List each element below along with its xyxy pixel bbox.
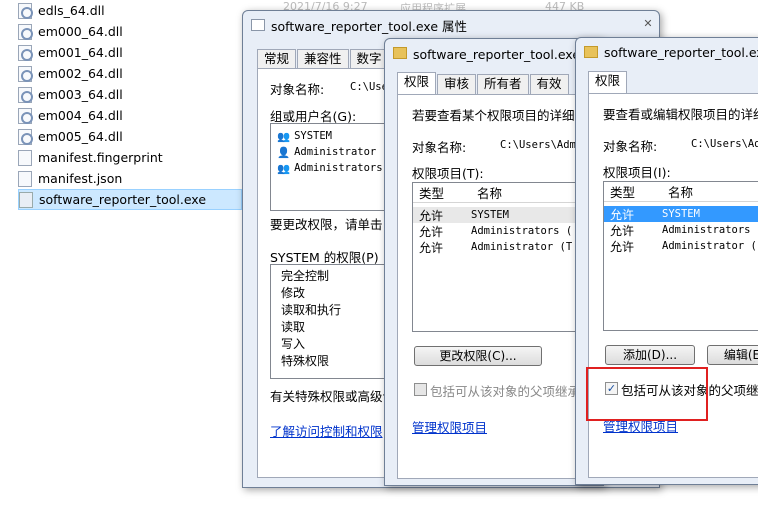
learn-access-control-link[interactable]: 了解访问控制和权限: [270, 421, 383, 440]
file-item[interactable]: manifest.json: [18, 168, 248, 189]
file-item[interactable]: em003_64.dll: [18, 84, 248, 105]
change-hint: 要更改权限，请单击 ': [270, 217, 390, 232]
file-item[interactable]: edls_64.dll: [18, 0, 248, 21]
file-item[interactable]: manifest.fingerprint: [18, 147, 248, 168]
permission-item: 写入: [281, 337, 306, 351]
object-name-value: C:\Users\Ad: [691, 138, 758, 150]
entries-label: 权限项目(I):: [603, 165, 671, 180]
tab-digital[interactable]: 数字: [349, 49, 389, 69]
file-item[interactable]: em002_64.dll: [18, 63, 248, 84]
file-icon: [18, 149, 32, 166]
advanced-security-titlebar[interactable]: software_reporter_tool.exe 的: [385, 39, 603, 67]
advanced-intro: 若要查看某个权限项目的详细信: [412, 108, 588, 123]
tab-permissions[interactable]: 权限: [588, 71, 628, 93]
editor-tabs: 权限: [588, 71, 628, 93]
object-name-label: 对象名称:: [412, 140, 467, 155]
object-name-label: 对象名称:: [270, 82, 325, 97]
inherit-label: 包括可从该对象的父项继承: [430, 384, 581, 399]
inherit-checkbox[interactable]: [414, 383, 427, 396]
file-name: em002_64.dll: [38, 66, 123, 81]
tab-permissions[interactable]: 权限: [397, 72, 437, 94]
entry-row-selected[interactable]: 允许 SYSTEM: [604, 206, 758, 222]
user-item[interactable]: 👥 Administrators: [271, 160, 399, 176]
close-icon[interactable]: ✕: [639, 17, 657, 31]
file-name: em001_64.dll: [38, 45, 123, 60]
object-name-value: C:\Users\Admi: [500, 139, 583, 151]
change-permissions-button[interactable]: 更改权限(C)...: [414, 346, 542, 366]
folder-icon: [393, 47, 407, 59]
file-name: em000_64.dll: [38, 24, 123, 39]
file-name: software_reporter_tool.exe: [39, 192, 207, 207]
advanced-tabs: 权限 审核 所有者 有效: [397, 72, 570, 94]
properties-tabs: 常规 兼容性 数字: [257, 47, 390, 69]
file-name: em004_64.dll: [38, 108, 123, 123]
manage-entries-link[interactable]: 管理权限项目: [412, 417, 487, 436]
file-name: manifest.json: [38, 171, 123, 186]
user-item[interactable]: 👥 SYSTEM: [271, 128, 399, 144]
tab-owner[interactable]: 所有者: [477, 74, 529, 94]
folder-icon: [584, 46, 598, 58]
list-header: 类型 名称: [604, 182, 758, 202]
entries: 允许 SYSTEM 允许 Administrators 允许 Administrato…: [604, 202, 758, 254]
properties-icon: [251, 19, 265, 31]
tab-general[interactable]: 常规: [257, 49, 297, 69]
permissions-editor-titlebar[interactable]: software_reporter_tool.exe: [576, 38, 758, 66]
user-item[interactable]: 👤 Administrator (: [271, 144, 399, 160]
entries-label: 权限项目(T):: [412, 166, 484, 181]
tab-effective[interactable]: 有效: [529, 74, 569, 94]
permission-item: 完全控制: [281, 269, 330, 283]
file-name: em003_64.dll: [38, 87, 123, 102]
permission-item: 读取和执行: [281, 303, 342, 317]
entry-row[interactable]: 允许 Administrator (: [604, 238, 758, 254]
object-name-label: 对象名称:: [603, 139, 658, 154]
highlight-annotation: [586, 367, 708, 421]
permission-items: 完全控制 修改 读取和执行 读取 写入 特殊权限: [271, 265, 399, 369]
user-icon: 👤: [277, 146, 291, 159]
permission-entries-list[interactable]: 类型 名称 允许 SYSTEM 允许 Administrators 允许 Admini…: [603, 181, 758, 331]
tab-auditing[interactable]: 审核: [437, 74, 477, 94]
tab-compatibility[interactable]: 兼容性: [297, 49, 349, 69]
dll-file-icon: [18, 23, 33, 40]
properties-titlebar[interactable]: software_reporter_tool.exe 属性: [243, 11, 659, 39]
dll-file-icon: [18, 44, 33, 61]
user-group-icon: 👥: [277, 162, 291, 175]
dll-file-icon: [18, 86, 33, 103]
user-group-icon: 👥: [277, 130, 291, 143]
file-name: manifest.fingerprint: [38, 150, 163, 165]
dll-file-icon: [18, 107, 33, 124]
column-name[interactable]: 名称: [471, 183, 502, 202]
advanced-security-title: software_reporter_tool.exe 的: [413, 46, 597, 62]
permission-item: 读取: [281, 320, 306, 334]
file-item[interactable]: em000_64.dll: [18, 21, 248, 42]
column-type[interactable]: 类型: [413, 183, 471, 202]
advanced-security-window[interactable]: software_reporter_tool.exe 的 权限 审核 所有者 有…: [384, 38, 607, 486]
exe-file-icon: [19, 191, 33, 208]
permissions-list[interactable]: 完全控制 修改 读取和执行 读取 写入 特殊权限: [270, 264, 400, 379]
file-name: edls_64.dll: [38, 3, 105, 18]
file-item[interactable]: em005_64.dll: [18, 126, 248, 147]
dll-file-icon: [18, 2, 33, 19]
editor-intro: 要查看或编辑权限项目的详细: [603, 107, 758, 122]
file-item[interactable]: em004_64.dll: [18, 105, 248, 126]
special-permissions-hint: 有关特殊权限或高级设: [270, 389, 396, 404]
dll-file-icon: [18, 128, 33, 145]
permission-item: 修改: [281, 286, 306, 300]
file-icon: [18, 170, 32, 187]
column-name[interactable]: 名称: [662, 182, 693, 201]
permission-item: 特殊权限: [281, 354, 330, 368]
properties-title: software_reporter_tool.exe 属性: [271, 18, 467, 34]
file-item[interactable]: software_reporter_tool.exe: [18, 189, 242, 210]
edit-button[interactable]: 编辑(E: [707, 345, 758, 365]
users-list[interactable]: 👥 SYSTEM 👤 Administrator ( 👥 Administrators: [270, 123, 400, 211]
permissions-editor-title: software_reporter_tool.exe: [604, 44, 758, 60]
file-item[interactable]: em001_64.dll: [18, 42, 248, 63]
entry-row[interactable]: 允许 Administrators: [604, 222, 758, 238]
add-button[interactable]: 添加(D)...: [605, 345, 695, 365]
dll-file-icon: [18, 65, 33, 82]
column-type[interactable]: 类型: [604, 182, 662, 201]
file-name: em005_64.dll: [38, 129, 123, 144]
